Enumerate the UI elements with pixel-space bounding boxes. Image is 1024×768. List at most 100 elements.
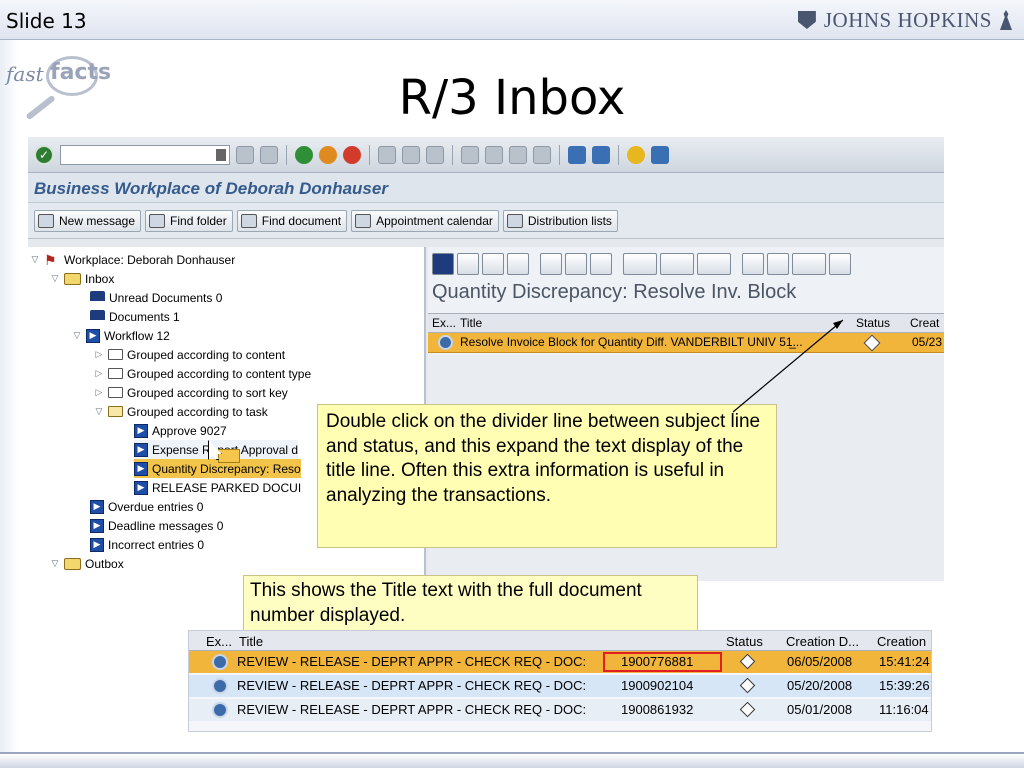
toolbar-separator bbox=[618, 144, 619, 165]
find-document-button[interactable]: Find document bbox=[236, 209, 348, 232]
tree-node-workplace[interactable]: ▽ ⚑ Workplace: Deborah Donhauser bbox=[30, 250, 236, 269]
table-row[interactable]: Resolve Invoice Block for Quantity Diff.… bbox=[428, 333, 944, 353]
tree-node-group-task[interactable]: ▽ Grouped according to task bbox=[94, 402, 268, 421]
open-folder-icon bbox=[108, 406, 123, 417]
command-field[interactable] bbox=[60, 144, 230, 165]
enter-button[interactable]: ✓ bbox=[34, 144, 54, 165]
tree-node-documents[interactable]: Documents 1 bbox=[90, 307, 180, 326]
view-icon[interactable] bbox=[623, 253, 657, 275]
collapse-arrow-icon[interactable]: ▽ bbox=[30, 254, 40, 265]
print-icon[interactable] bbox=[378, 145, 396, 164]
tree-label: Documents 1 bbox=[109, 309, 180, 324]
back-icon[interactable] bbox=[295, 145, 313, 164]
layout-menu-icon[interactable] bbox=[651, 145, 669, 164]
shortcut-icon[interactable] bbox=[592, 145, 610, 164]
row-title: REVIEW - RELEASE - DEPRT APPR - CHECK RE… bbox=[237, 654, 587, 669]
sort-icon[interactable] bbox=[829, 253, 851, 275]
column-header-status[interactable]: Status bbox=[856, 316, 902, 330]
expand-arrow-icon[interactable]: ▷ bbox=[94, 387, 104, 398]
tree-label: Overdue entries 0 bbox=[108, 499, 204, 514]
workflow-icon: ▶ bbox=[134, 461, 148, 476]
column-header-ex[interactable]: Ex... bbox=[432, 316, 456, 330]
search-icon[interactable] bbox=[767, 253, 789, 275]
column-header-title[interactable]: Title bbox=[460, 316, 840, 330]
appointment-calendar-button[interactable]: Appointment calendar bbox=[351, 209, 499, 232]
layout-icon[interactable] bbox=[792, 253, 826, 275]
table-row[interactable]: REVIEW - RELEASE - DEPRT APPR - CHECK RE… bbox=[189, 675, 931, 697]
save-icon[interactable] bbox=[260, 145, 278, 164]
find-icon[interactable] bbox=[402, 145, 420, 164]
tree-label: Workflow 12 bbox=[104, 328, 170, 343]
collapse-arrow-icon[interactable]: ▽ bbox=[50, 273, 60, 284]
expand-arrow-icon[interactable]: ▷ bbox=[94, 349, 104, 360]
first-page-icon[interactable] bbox=[461, 145, 479, 164]
outbox-icon bbox=[64, 557, 81, 570]
new-session-icon[interactable] bbox=[568, 145, 586, 164]
collapse-arrow-icon[interactable]: ▽ bbox=[50, 558, 60, 569]
filter-icon[interactable] bbox=[540, 253, 562, 275]
collapse-arrow-icon[interactable]: ▽ bbox=[72, 330, 82, 341]
column-header-title[interactable]: Title bbox=[239, 634, 339, 649]
cancel-icon[interactable] bbox=[343, 145, 361, 164]
tree-node-release-parked[interactable]: ▶ RELEASE PARKED DOCUI bbox=[134, 478, 301, 497]
forward-icon[interactable] bbox=[482, 253, 504, 275]
binoculars-icon bbox=[240, 213, 257, 228]
tree-node-outbox[interactable]: ▽ Outbox bbox=[50, 554, 124, 573]
column-header-status[interactable]: Status bbox=[726, 634, 772, 649]
document-icon[interactable] bbox=[742, 253, 764, 275]
row-creation-date: 05/01/2008 bbox=[787, 702, 853, 717]
tree-node-workflow[interactable]: ▽ ▶ Workflow 12 bbox=[72, 326, 170, 345]
tree-label: Outbox bbox=[85, 556, 124, 571]
calendar-icon[interactable] bbox=[660, 253, 694, 275]
system-toolbar: ✓ bbox=[28, 137, 944, 173]
tree-node-group-content[interactable]: ▷ Grouped according to content bbox=[94, 345, 286, 364]
tree-node-group-content-type[interactable]: ▷ Grouped according to content type bbox=[94, 364, 312, 383]
find-next-icon[interactable] bbox=[426, 145, 444, 164]
workflow-icon: ▶ bbox=[134, 423, 148, 438]
help-icon[interactable] bbox=[627, 145, 645, 164]
highlight-box bbox=[603, 652, 722, 672]
tree-label: Grouped according to content type bbox=[127, 366, 312, 381]
tree-node-incorrect[interactable]: ▶ Incorrect entries 0 bbox=[90, 535, 204, 554]
row-creation-time: 11:16:04 bbox=[879, 702, 929, 717]
next-page-icon[interactable] bbox=[509, 145, 527, 164]
column-header-creation-time[interactable]: Creation bbox=[877, 634, 931, 649]
tree-node-deadline[interactable]: ▶ Deadline messages 0 bbox=[90, 516, 223, 535]
expanded-title-table: Ex... Title Status Creation D... Creatio… bbox=[188, 630, 932, 732]
back-arrow-icon[interactable] bbox=[236, 145, 254, 164]
chart-icon[interactable] bbox=[697, 253, 731, 275]
new-message-button[interactable]: New message bbox=[34, 209, 142, 232]
print-icon[interactable] bbox=[565, 253, 587, 275]
cube-icon[interactable] bbox=[507, 253, 529, 275]
inbox-icon bbox=[64, 272, 81, 285]
workflow-icon: ▶ bbox=[90, 499, 104, 514]
tree-node-unread[interactable]: Unread Documents 0 bbox=[90, 288, 222, 307]
find-folder-button[interactable]: Find folder bbox=[145, 209, 233, 232]
row-doc-number: 1900902104 bbox=[621, 678, 694, 693]
tree-node-inbox[interactable]: ▽ Inbox bbox=[50, 269, 115, 288]
column-header-created[interactable]: Creat bbox=[910, 316, 944, 330]
table-row[interactable]: REVIEW - RELEASE - DEPRT APPR - CHECK RE… bbox=[189, 651, 931, 673]
tree-node-overdue[interactable]: ▶ Overdue entries 0 bbox=[90, 497, 203, 516]
expand-arrow-icon[interactable]: ▷ bbox=[94, 368, 104, 379]
exit-icon[interactable] bbox=[319, 145, 337, 164]
tree-node-approve[interactable]: ▶ Approve 9027 bbox=[134, 421, 227, 440]
row-title: REVIEW - RELEASE - DEPRT APPR - CHECK RE… bbox=[237, 702, 587, 717]
tree-label: Quantity Discrepancy: Reso bbox=[152, 461, 301, 476]
distribution-lists-button[interactable]: Distribution lists bbox=[502, 209, 618, 232]
tree-label: Grouped according to sort key bbox=[127, 385, 288, 400]
workflow-icon: ▶ bbox=[90, 537, 104, 552]
tree-label: Approve 9027 bbox=[152, 423, 227, 438]
tree-node-group-sort-key[interactable]: ▷ Grouped according to sort key bbox=[94, 383, 288, 402]
last-page-icon[interactable] bbox=[533, 145, 551, 164]
refresh-icon[interactable] bbox=[432, 253, 454, 275]
column-header-ex[interactable]: Ex... bbox=[206, 634, 236, 649]
attachment-icon[interactable] bbox=[590, 253, 612, 275]
execute-icon[interactable] bbox=[457, 253, 479, 275]
folder-icon bbox=[108, 387, 123, 398]
column-header-creation-date[interactable]: Creation D... bbox=[786, 634, 868, 649]
collapse-arrow-icon[interactable]: ▽ bbox=[94, 406, 104, 417]
table-row[interactable]: REVIEW - RELEASE - DEPRT APPR - CHECK RE… bbox=[189, 699, 931, 721]
previous-page-icon[interactable] bbox=[485, 145, 503, 164]
save-icon bbox=[216, 148, 226, 161]
